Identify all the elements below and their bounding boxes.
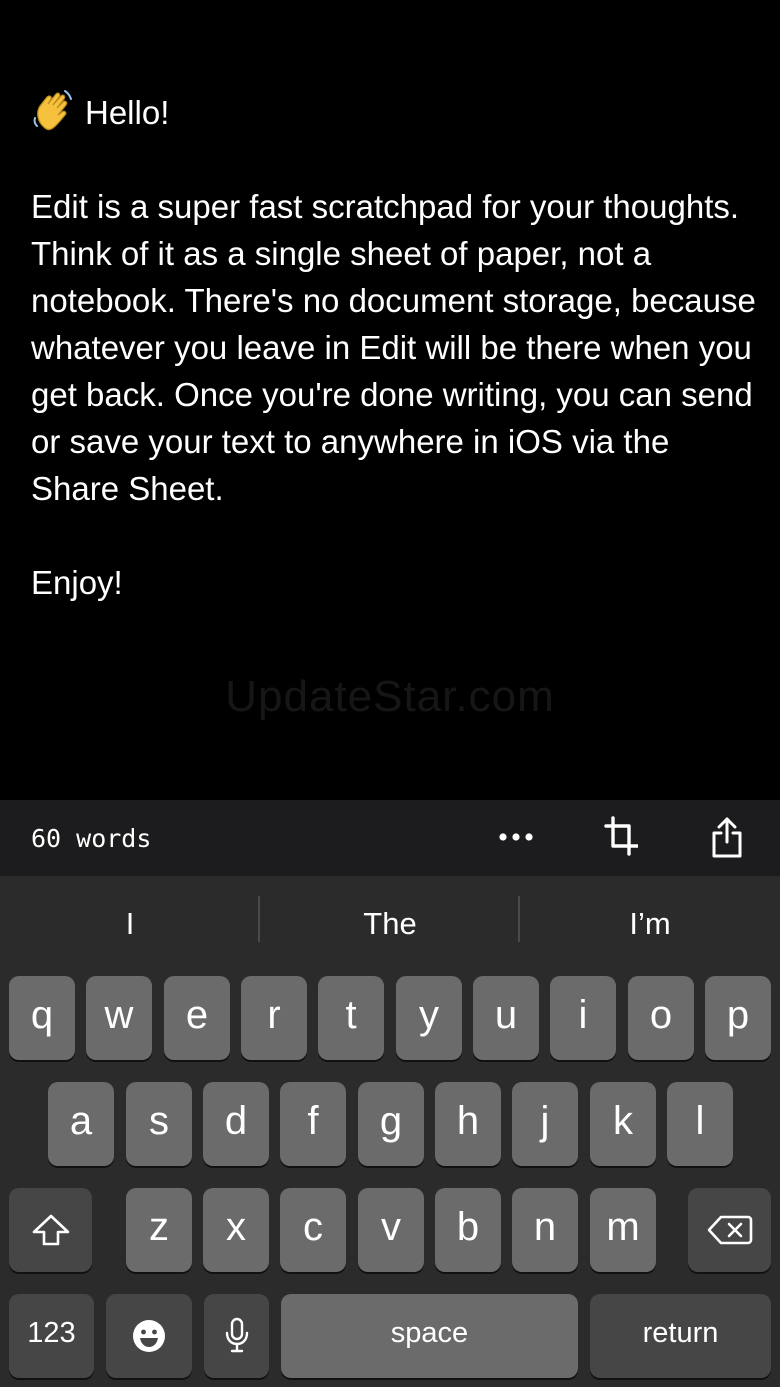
key-label: d bbox=[224, 1098, 248, 1143]
key-m[interactable]: m bbox=[590, 1188, 656, 1272]
key-label: return bbox=[642, 1316, 719, 1349]
key-label: w bbox=[104, 992, 134, 1037]
keyboard: I The I’m q w e r t y u i o p a s d f g … bbox=[0, 876, 780, 1387]
key-e[interactable]: e bbox=[164, 976, 230, 1060]
key-label: u bbox=[494, 992, 518, 1037]
watermark: UpdateStar.com bbox=[225, 672, 555, 721]
key-u[interactable]: u bbox=[473, 976, 539, 1060]
return-key[interactable]: return bbox=[590, 1294, 771, 1378]
dictation-key[interactable] bbox=[204, 1294, 269, 1378]
suggestion-2[interactable]: The bbox=[260, 906, 520, 942]
key-s[interactable]: s bbox=[126, 1082, 192, 1166]
microphone-icon bbox=[225, 1317, 248, 1353]
key-label: f bbox=[307, 1098, 319, 1143]
key-v[interactable]: v bbox=[358, 1188, 424, 1272]
intro-paragraph: Edit is a super fast scratchpad for your… bbox=[31, 188, 756, 507]
suggestion-bar: I The I’m bbox=[0, 876, 780, 972]
closing-line: Enjoy! bbox=[31, 564, 123, 601]
key-label: g bbox=[379, 1098, 403, 1143]
numbers-key[interactable]: 123 bbox=[9, 1294, 94, 1378]
key-label: x bbox=[226, 1204, 246, 1249]
key-label: a bbox=[69, 1098, 93, 1143]
greeting-line: Hello! bbox=[31, 88, 761, 136]
key-p[interactable]: p bbox=[705, 976, 771, 1060]
key-w[interactable]: w bbox=[86, 976, 152, 1060]
key-y[interactable]: y bbox=[396, 976, 462, 1060]
key-c[interactable]: c bbox=[280, 1188, 346, 1272]
more-icon[interactable] bbox=[493, 814, 539, 860]
key-label: p bbox=[726, 992, 750, 1037]
shift-icon bbox=[32, 1214, 69, 1246]
key-z[interactable]: z bbox=[126, 1188, 192, 1272]
key-t[interactable]: t bbox=[318, 976, 384, 1060]
emoji-icon bbox=[133, 1320, 165, 1352]
key-label: j bbox=[540, 1098, 550, 1143]
key-f[interactable]: f bbox=[280, 1082, 346, 1166]
crop-icon[interactable] bbox=[598, 814, 644, 860]
greeting-text: Hello! bbox=[85, 94, 170, 131]
key-d[interactable]: d bbox=[203, 1082, 269, 1166]
key-label: c bbox=[303, 1204, 323, 1249]
key-label: b bbox=[456, 1204, 480, 1249]
key-label: z bbox=[149, 1204, 169, 1249]
key-label: r bbox=[267, 992, 281, 1037]
key-label: v bbox=[381, 1204, 401, 1249]
key-label: q bbox=[30, 992, 54, 1037]
backspace-icon bbox=[707, 1215, 752, 1245]
key-label: i bbox=[578, 992, 588, 1037]
key-label: s bbox=[149, 1098, 169, 1143]
share-icon[interactable] bbox=[704, 814, 750, 860]
suggestion-3[interactable]: I’m bbox=[520, 906, 780, 942]
key-q[interactable]: q bbox=[9, 976, 75, 1060]
key-label: t bbox=[345, 992, 357, 1037]
key-k[interactable]: k bbox=[590, 1082, 656, 1166]
key-l[interactable]: l bbox=[667, 1082, 733, 1166]
key-j[interactable]: j bbox=[512, 1082, 578, 1166]
key-label: m bbox=[606, 1204, 640, 1249]
key-label: o bbox=[649, 992, 673, 1037]
key-label: l bbox=[695, 1098, 705, 1143]
key-label: 123 bbox=[27, 1316, 76, 1349]
key-label: n bbox=[533, 1204, 557, 1249]
key-r[interactable]: r bbox=[241, 976, 307, 1060]
waving-hand-icon bbox=[31, 88, 75, 132]
key-label: space bbox=[390, 1316, 469, 1349]
key-label: k bbox=[613, 1098, 633, 1143]
key-h[interactable]: h bbox=[435, 1082, 501, 1166]
emoji-key[interactable] bbox=[106, 1294, 192, 1378]
editor-area[interactable]: Hello! Edit is a super fast scratchpad f… bbox=[0, 0, 780, 800]
backspace-key[interactable] bbox=[688, 1188, 771, 1272]
key-label: y bbox=[419, 992, 439, 1037]
key-x[interactable]: x bbox=[203, 1188, 269, 1272]
key-n[interactable]: n bbox=[512, 1188, 578, 1272]
key-b[interactable]: b bbox=[435, 1188, 501, 1272]
key-label: h bbox=[456, 1098, 480, 1143]
editor-toolbar: 60 words bbox=[0, 800, 780, 876]
key-o[interactable]: o bbox=[628, 976, 694, 1060]
space-key[interactable]: space bbox=[281, 1294, 578, 1378]
key-a[interactable]: a bbox=[48, 1082, 114, 1166]
key-g[interactable]: g bbox=[358, 1082, 424, 1166]
suggestion-1[interactable]: I bbox=[0, 906, 260, 942]
word-count: 60 words bbox=[31, 824, 152, 853]
key-i[interactable]: i bbox=[550, 976, 616, 1060]
key-label: e bbox=[185, 992, 209, 1037]
shift-key[interactable] bbox=[9, 1188, 92, 1272]
editor-text[interactable]: Hello! Edit is a super fast scratchpad f… bbox=[31, 88, 761, 606]
